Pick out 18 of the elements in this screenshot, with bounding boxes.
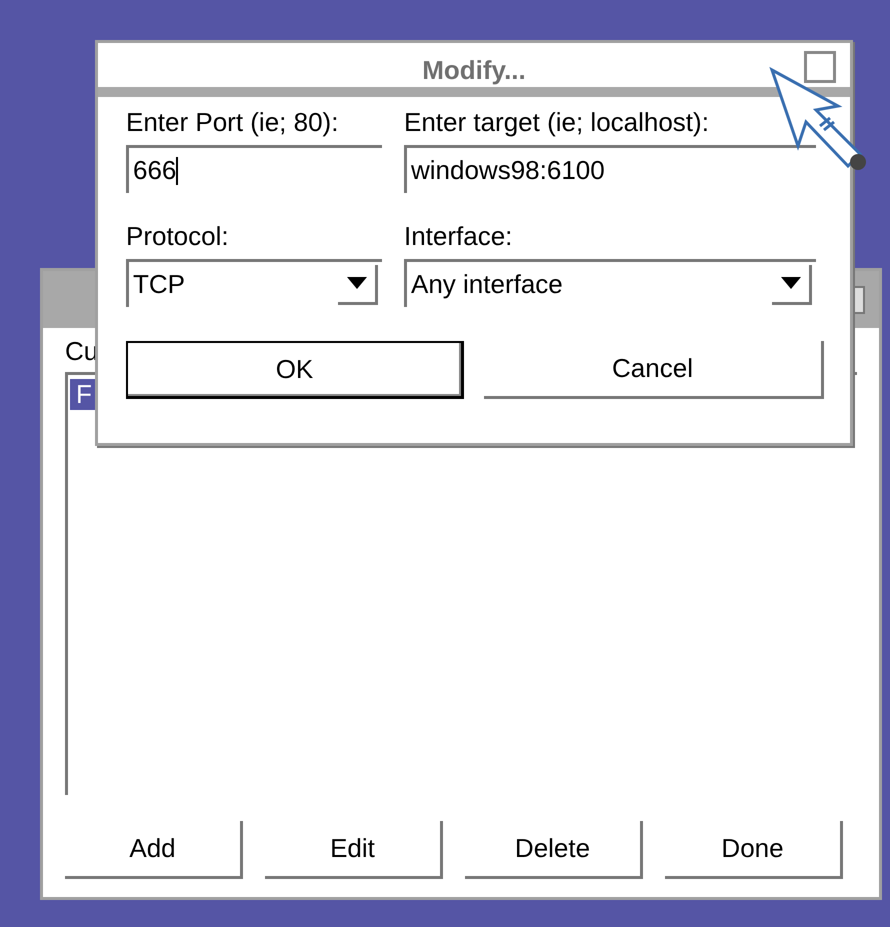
dropdown[interactable]: TCP	[126, 259, 382, 307]
window-button[interactable]: Add	[65, 821, 243, 879]
field-label: Interface:	[404, 220, 514, 253]
text-field[interactable]: 666	[126, 145, 382, 193]
field-label: Protocol:	[126, 220, 230, 253]
dialog-title: Modify...	[422, 54, 526, 86]
dropdown-arrow-icon[interactable]	[338, 264, 378, 304]
field-label: Enter target (ie; localhost):	[404, 106, 710, 139]
field-label: Enter Port (ie; 80):	[126, 106, 340, 139]
text-field[interactable]: windows98:6100	[404, 145, 816, 193]
window-button[interactable]: Edit	[265, 821, 443, 879]
dropdown[interactable]: Any interface	[404, 259, 816, 307]
dialog-button[interactable]: OK	[126, 341, 464, 399]
close-button[interactable]	[804, 51, 836, 83]
dialog-button[interactable]: Cancel	[484, 341, 824, 399]
window-button[interactable]: Done	[665, 821, 843, 879]
dropdown-arrow-icon[interactable]	[772, 264, 812, 304]
window-button[interactable]: Delete	[465, 821, 643, 879]
